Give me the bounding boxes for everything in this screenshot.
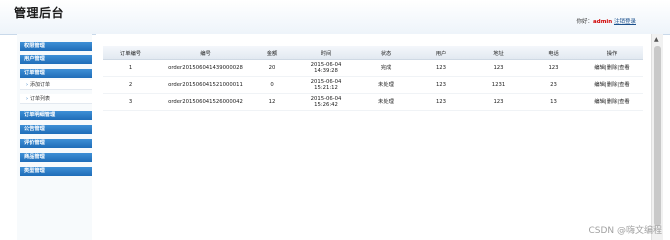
- vertical-scrollbar[interactable]: ▲: [651, 34, 663, 240]
- edit-link[interactable]: 编辑: [594, 82, 605, 88]
- view-link[interactable]: 查看: [619, 82, 630, 88]
- table-row: 1 order2015060414390000​28 20 2015-06-04…: [103, 59, 643, 77]
- main-content: 订单编号 编号 金额 时间 状态 用户 地址 电话 操作 1 order2015…: [96, 34, 651, 240]
- sidebar-item-orders[interactable]: 订单管理: [20, 69, 92, 78]
- cell-actions: 编辑|删除|查看: [581, 93, 643, 111]
- column-header: 操作: [581, 46, 643, 60]
- column-header: 用户: [411, 46, 471, 60]
- cell-address: 1231: [471, 76, 526, 94]
- cell-address: 123: [471, 93, 526, 111]
- cell-status: 完成: [361, 59, 411, 77]
- cell-amount: 0: [253, 76, 291, 94]
- cell-user: 123: [411, 76, 471, 94]
- sidebar-item-reviews[interactable]: 评价管理: [20, 139, 92, 148]
- view-link[interactable]: 查看: [619, 99, 630, 105]
- cell-user: 123: [411, 93, 471, 111]
- sidebar-item-permissions[interactable]: 权限管理: [20, 42, 92, 51]
- username-label: admin: [593, 19, 613, 25]
- column-header: 编号: [158, 46, 253, 60]
- cell-time: 2015-06-04 15:26:42: [291, 93, 361, 111]
- delete-link[interactable]: 删除: [607, 99, 618, 105]
- column-header: 时间: [291, 46, 361, 60]
- column-header: 订单编号: [103, 46, 158, 60]
- cell-actions: 编辑|删除|查看: [581, 76, 643, 94]
- cell-actions: 编辑|删除|查看: [581, 59, 643, 77]
- header-bar: 管理后台 你好：admin 注销登录: [0, 0, 670, 35]
- column-header: 电话: [526, 46, 581, 60]
- sidebar-item-order-details[interactable]: 订单明细管理: [20, 111, 92, 120]
- column-header: 地址: [471, 46, 526, 60]
- sidebar-subitem-order-list[interactable]: › 订单列表: [20, 94, 92, 104]
- sidebar-subitem-label: 添加订单: [30, 82, 51, 88]
- cell-amount: 20: [253, 59, 291, 77]
- cell-time-text: 15:21:12: [314, 85, 338, 91]
- table-header-row: 订单编号 编号 金额 时间 状态 用户 地址 电话 操作: [103, 46, 643, 60]
- edit-link[interactable]: 编辑: [594, 99, 605, 105]
- cell-time-text: 14:39:28: [314, 68, 338, 74]
- cell-time-text: 15:26:42: [314, 102, 338, 108]
- scrollbar-thumb[interactable]: [654, 46, 661, 226]
- user-bar: 你好：admin 注销登录: [577, 17, 636, 25]
- greeting-label: 你好：: [576, 19, 594, 25]
- cell-id: 3: [103, 93, 158, 111]
- cell-user: 123: [411, 59, 471, 77]
- cell-status: 未处理: [361, 76, 411, 94]
- table-row: 3 order201506041526000042 12 2015-06-04 1…: [103, 93, 643, 111]
- cell-code: order201506041521000011: [158, 76, 253, 94]
- sidebar-item-announcements[interactable]: 公告管理: [20, 125, 92, 134]
- table-row: 2 order201506041521000011 0 2015-06-04 15…: [103, 76, 643, 94]
- view-link[interactable]: 查看: [619, 65, 630, 71]
- chevron-up-icon[interactable]: ▲: [654, 36, 659, 43]
- cell-time: 2015-06-04 14:39:28: [291, 59, 361, 77]
- chevron-right-icon: ›: [26, 82, 28, 88]
- edit-link[interactable]: 编辑: [594, 65, 605, 71]
- cell-status: 未处理: [361, 93, 411, 111]
- sidebar-item-users[interactable]: 用户管理: [20, 55, 92, 64]
- cell-phone: 123: [526, 59, 581, 77]
- sidebar: 权限管理 用户管理 订单管理 › 添加订单 › 订单列表 订单明细管理 公告管理 评…: [17, 34, 92, 240]
- delete-link[interactable]: 删除: [607, 82, 618, 88]
- column-header: 金额: [253, 46, 291, 60]
- cell-code: order201506041526000042: [158, 93, 253, 111]
- watermark: CSDN @嗨文编程: [588, 226, 662, 236]
- sidebar-subitem-label: 订单列表: [30, 96, 51, 102]
- cell-code: order2015060414390000​28: [158, 59, 253, 77]
- cell-amount: 12: [253, 93, 291, 111]
- cell-address: 123: [471, 59, 526, 77]
- column-header: 状态: [361, 46, 411, 60]
- orders-table: 订单编号 编号 金额 时间 状态 用户 地址 电话 操作 1 order2015…: [103, 46, 643, 111]
- sidebar-item-products[interactable]: 商品管理: [20, 153, 92, 162]
- sidebar-item-categories[interactable]: 类型管理: [20, 167, 92, 176]
- cell-time: 2015-06-04 15:21:12: [291, 76, 361, 94]
- cell-phone: 13: [526, 93, 581, 111]
- sidebar-subitem-add-order[interactable]: › 添加订单: [20, 80, 92, 90]
- cell-id: 2: [103, 76, 158, 94]
- chevron-right-icon: ›: [26, 96, 28, 102]
- page-title: 管理后台: [14, 6, 65, 20]
- cell-phone: 23: [526, 76, 581, 94]
- cell-id: 1: [103, 59, 158, 77]
- delete-link[interactable]: 删除: [607, 65, 618, 71]
- logout-link[interactable]: 注销登录: [614, 19, 636, 25]
